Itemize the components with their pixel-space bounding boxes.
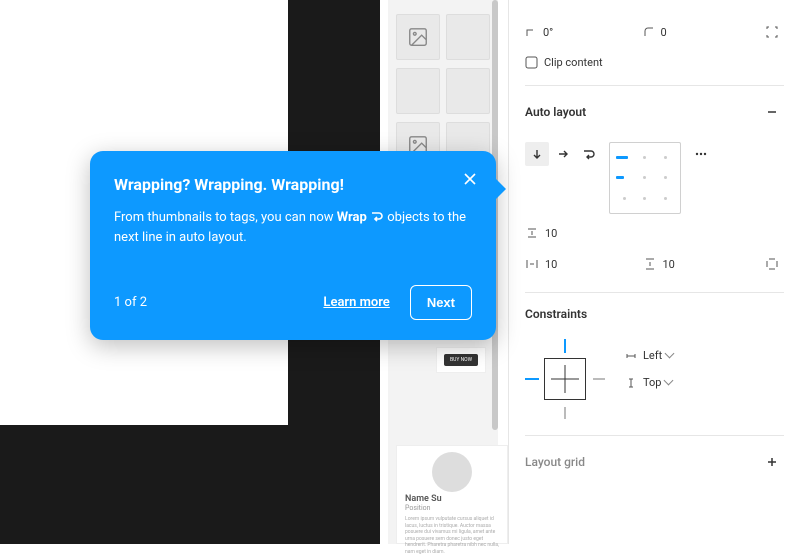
clip-content-checkbox[interactable]: Clip content [525,56,784,69]
vertical-gap-field[interactable]: 10 [525,226,784,240]
vertical-padding-icon [643,257,657,271]
thumbnail-item[interactable] [396,14,440,60]
thumbnail-item[interactable] [446,68,490,114]
horizontal-padding-field[interactable]: 10 [525,257,635,271]
popover-body: From thumbnails to tags, you can now Wra… [114,208,472,247]
clip-content-label: Clip content [544,56,603,69]
more-icon [694,147,708,161]
independent-padding-icon [765,257,779,271]
arrow-right-icon [557,148,569,160]
profile-name: Name Su [397,494,507,504]
thumbnail-item[interactable] [446,14,490,60]
profile-subtitle: Position [397,504,507,512]
close-icon [462,171,478,187]
constraint-vertical-select[interactable]: Top [625,376,673,389]
constraint-vertical-value: Top [643,376,672,389]
constraint-horizontal-select[interactable]: Left [625,349,673,362]
direction-wrap-button[interactable] [577,142,601,166]
popover-body-bold: Wrap [337,210,367,225]
buy-now-button[interactable]: BUY NOW [444,354,478,366]
rotation-value: 0° [543,26,553,39]
properties-panel: 0° 0 Clip content Auto layout [508,0,800,544]
popover-arrow [496,179,506,199]
independent-corners-icon [765,25,779,39]
constraint-vertical-icon [625,377,637,389]
wrap-icon [370,210,384,222]
horizontal-padding-value: 10 [545,258,557,271]
transform-section: 0° 0 Clip content [525,0,784,85]
card-profile[interactable]: Name Su Position Lorem ipsum vulputate c… [396,445,508,544]
popover-title: Wrapping? Wrapping. Wrapping! [114,175,472,194]
step-counter: 1 of 2 [114,295,147,310]
constraints-diagram[interactable] [525,339,605,419]
vertical-gap-value: 10 [545,227,557,240]
rotation-icon [525,26,537,38]
independent-padding-button[interactable] [760,252,784,276]
card-buy-now[interactable]: BUY NOW [436,347,486,373]
vertical-padding-field[interactable]: 10 [643,257,753,271]
constraint-horizontal-icon [625,350,637,362]
avatar [432,452,472,492]
remove-auto-layout-button[interactable] [760,100,784,124]
minus-icon [766,106,778,118]
auto-layout-section: Auto layout [525,85,784,292]
corner-radius-value: 0 [661,26,667,39]
checkbox-unchecked-icon [525,56,538,69]
vertical-padding-value: 10 [663,258,675,271]
add-layout-grid-button[interactable] [760,450,784,474]
popover-body-pre: From thumbnails to tags, you can now [114,210,337,225]
profile-body-text: Lorem ipsum vulputate cursus aliquet id … [397,512,507,559]
layout-grid-title: Layout grid [525,455,585,469]
corner-radius-icon [643,26,655,38]
auto-layout-title: Auto layout [525,105,586,119]
constraint-horizontal-value: Left [643,349,673,362]
alignment-box[interactable] [609,142,681,214]
arrow-down-icon [531,148,543,160]
corner-radius-field[interactable]: 0 [643,26,753,39]
constraints-section: Constraints Left Top [525,292,784,435]
wrap-icon [582,148,596,160]
horizontal-padding-icon [525,257,539,271]
image-icon [407,26,429,48]
independent-corners-button[interactable] [760,20,784,44]
rotation-field[interactable]: 0° [525,26,635,39]
close-button[interactable] [462,171,478,190]
auto-layout-settings-button[interactable] [689,142,713,166]
next-button[interactable]: Next [410,285,472,320]
constraints-title: Constraints [525,307,587,321]
plus-icon [766,456,778,468]
thumbnail-item[interactable] [396,68,440,114]
learn-more-link[interactable]: Learn more [323,295,389,310]
direction-vertical-button[interactable] [525,142,549,166]
vertical-gap-icon [525,226,539,240]
onboarding-popover: Wrapping? Wrapping. Wrapping! From thumb… [90,151,496,340]
layout-grid-section: Layout grid [525,435,784,496]
direction-horizontal-button[interactable] [551,142,575,166]
